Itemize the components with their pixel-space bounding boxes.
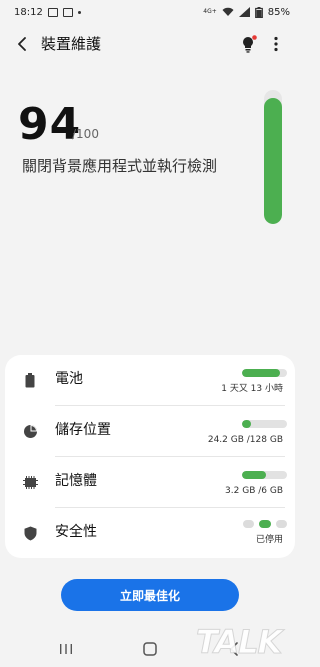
battery-level-fill bbox=[242, 369, 281, 377]
page-title: 裝置維護 bbox=[41, 35, 102, 53]
talk-watermark: TALK bbox=[195, 623, 282, 662]
battery-icon bbox=[22, 372, 38, 388]
storage-level-bar bbox=[242, 420, 287, 428]
shield-icon bbox=[22, 525, 38, 541]
status-battery-icon bbox=[254, 6, 263, 18]
battery-value: 1 天又 13 小時 bbox=[221, 384, 283, 394]
image-notification-icon bbox=[47, 7, 58, 17]
score-value: 94 bbox=[18, 99, 82, 150]
status-pill bbox=[276, 520, 287, 528]
more-options-button[interactable] bbox=[270, 34, 282, 54]
recent-apps-icon[interactable] bbox=[59, 643, 73, 655]
security-status-indicator bbox=[243, 520, 287, 530]
tips-button[interactable] bbox=[240, 34, 258, 54]
network-type-label: 4G+ bbox=[203, 8, 217, 15]
wifi-icon bbox=[222, 7, 234, 16]
battery-label: 電池 bbox=[55, 371, 83, 387]
storage-value: 24.2 GB /128 GB bbox=[207, 435, 283, 445]
memory-row[interactable]: 記憶體 3.2 GB /6 GB bbox=[5, 457, 295, 506]
gallery-notification-icon bbox=[62, 7, 73, 17]
maintenance-card: 電池 1 天又 13 小時 儲存位置 24.2 GB /128 GB 記憶體 3… bbox=[5, 355, 295, 558]
storage-row[interactable]: 儲存位置 24.2 GB /128 GB bbox=[5, 406, 295, 455]
home-icon[interactable] bbox=[143, 642, 157, 656]
battery-level-bar bbox=[242, 369, 287, 377]
status-bar: 18:12 4G+ 85% bbox=[0, 0, 300, 24]
security-label: 安全性 bbox=[55, 524, 97, 540]
status-pill bbox=[243, 520, 254, 528]
score-max: /100 bbox=[72, 127, 99, 141]
memory-chip-icon bbox=[22, 474, 38, 490]
score-bar bbox=[264, 90, 282, 224]
signal-icon bbox=[238, 7, 250, 17]
more-notifications-dot-icon bbox=[77, 10, 81, 14]
status-bar-right: 4G+ 85% bbox=[203, 6, 290, 18]
security-value: 已停用 bbox=[255, 535, 283, 545]
chevron-left-icon bbox=[18, 37, 26, 51]
storage-level-fill bbox=[242, 420, 251, 428]
optimize-now-button[interactable]: 立即最佳化 bbox=[61, 579, 239, 611]
memory-level-bar bbox=[242, 471, 287, 479]
security-row[interactable]: 安全性 已停用 bbox=[5, 508, 295, 557]
app-bar: 裝置維護 bbox=[0, 27, 300, 61]
memory-level-fill bbox=[242, 471, 266, 479]
more-vertical-icon bbox=[274, 36, 278, 52]
back-button[interactable] bbox=[14, 35, 30, 53]
battery-percent: 85% bbox=[267, 6, 290, 18]
status-message: 關閉背景應用程式並執行檢測 bbox=[22, 157, 218, 175]
memory-label: 記憶體 bbox=[55, 473, 97, 489]
storage-pie-icon bbox=[22, 423, 38, 439]
lightbulb-icon bbox=[243, 35, 257, 53]
score-bar-fill bbox=[264, 98, 282, 224]
status-bar-left: 18:12 bbox=[14, 7, 81, 18]
notification-dot bbox=[252, 35, 257, 40]
status-time: 18:12 bbox=[14, 6, 43, 18]
storage-label: 儲存位置 bbox=[55, 422, 111, 438]
status-pill-active bbox=[259, 520, 271, 528]
battery-row[interactable]: 電池 1 天又 13 小時 bbox=[5, 355, 295, 404]
memory-value: 3.2 GB /6 GB bbox=[225, 486, 283, 496]
